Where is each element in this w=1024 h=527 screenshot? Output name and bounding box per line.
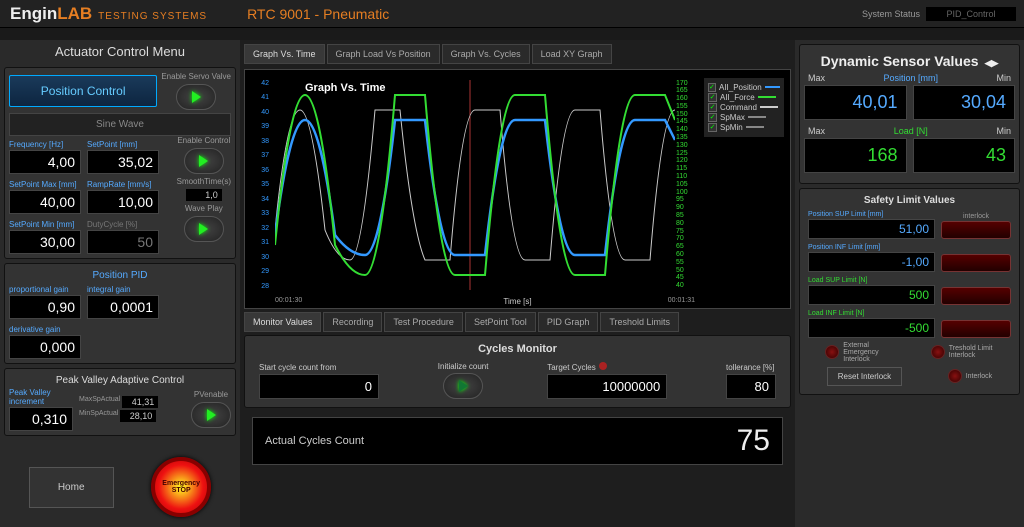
chart-legend: ✓AII_Position ✓AII_Force ✓Command ✓SpMax… [704,78,784,137]
initialize-count-button[interactable] [443,373,483,399]
tab-load-xy[interactable]: Load XY Graph [532,44,612,64]
i-gain-input[interactable]: 0,0001 [87,295,159,319]
load-max: 168 [804,138,907,173]
tab-pid-graph[interactable]: PID Graph [538,312,599,332]
smoothtime-input[interactable]: 1,0 [186,189,222,201]
home-button[interactable]: Home [29,467,114,508]
tolerance-input[interactable]: 80 [726,374,776,399]
interlock-led-psup [941,221,1011,239]
chart-svg [275,80,675,290]
enable-control-toggle[interactable] [184,148,224,174]
load-sup-limit[interactable]: 500 [808,285,935,305]
load-min: 43 [913,138,1016,173]
graph-tabs: Graph Vs. Time Graph Load Vs Position Gr… [244,44,791,64]
tab-graph-load-pos[interactable]: Graph Load Vs Position [327,44,440,64]
minsp-actual: 28,10 [120,410,156,422]
pv-title: Peak Valley Adaptive Control [9,375,231,386]
position-min: 30,04 [913,85,1016,120]
pos-sup-limit[interactable]: 51,00 [808,219,935,239]
tab-monitor-values[interactable]: Monitor Values [244,312,321,332]
ramprate-input[interactable]: 10,00 [87,190,159,214]
maxsp-actual: 41,31 [122,396,158,408]
enable-servo-toggle[interactable] [176,84,216,110]
expand-icon[interactable]: ◀▶ [985,58,999,69]
frequency-input[interactable]: 4,00 [9,150,81,174]
position-max: 40,01 [804,85,907,120]
actuator-menu-title: Actuator Control Menu [4,44,236,59]
cycles-monitor-title: Cycles Monitor [249,343,786,355]
monitor-tabs: Monitor Values Recording Test Procedure … [244,312,791,332]
dutycycle-input: 50 [87,230,159,254]
system-status: System StatusPID_Control [862,7,1016,21]
position-control-button[interactable]: Position Control [9,75,157,107]
target-indicator-icon [599,362,607,370]
treshold-led [931,345,945,359]
tab-test-procedure[interactable]: Test Procedure [384,312,463,332]
graph-plot: Graph Vs. Time 4241403938373635343332313… [244,69,791,309]
setpoint-input[interactable]: 35,02 [87,150,159,174]
tab-graph-time[interactable]: Graph Vs. Time [244,44,325,64]
setpoint-max-input[interactable]: 40,00 [9,190,81,214]
pv-enable-toggle[interactable] [191,402,231,428]
start-cycle-input[interactable]: 0 [259,374,379,399]
waveform-select[interactable]: Sine Wave [9,113,231,136]
interlock-led [948,369,962,383]
ext-emergency-led [825,345,839,359]
wave-play-toggle[interactable] [184,216,224,242]
safety-title: Safety Limit Values [804,195,1015,206]
app-title: RTC 9001 - Pneumatic [247,6,389,22]
load-inf-limit[interactable]: -500 [808,318,935,338]
interlock-led-lsup [941,287,1011,305]
dsv-title: Dynamic Sensor Values◀▶ [804,49,1015,73]
tab-treshold-limits[interactable]: Treshold Limits [600,312,679,332]
pv-increment-input[interactable]: 0,310 [9,407,73,431]
reset-interlock-button[interactable]: Reset Interlock [827,367,902,386]
pos-inf-limit[interactable]: -1,00 [808,252,935,272]
d-gain-input[interactable]: 0,000 [9,335,81,359]
pid-title: Position PID [9,270,231,281]
tab-recording[interactable]: Recording [323,312,382,332]
actual-cycles-display: Actual Cycles Count75 [252,417,783,465]
logo: EnginLABTESTING SYSTEMS [0,4,207,24]
setpoint-min-input[interactable]: 30,00 [9,230,81,254]
tab-setpoint-tool[interactable]: SetPoint Tool [465,312,536,332]
p-gain-input[interactable]: 0,90 [9,295,81,319]
emergency-stop-button[interactable]: Emergency STOP [151,457,211,517]
target-cycles-input[interactable]: 10000000 [547,374,667,399]
interlock-led-linf [941,320,1011,338]
interlock-led-pinf [941,254,1011,272]
tab-graph-cycles[interactable]: Graph Vs. Cycles [442,44,530,64]
